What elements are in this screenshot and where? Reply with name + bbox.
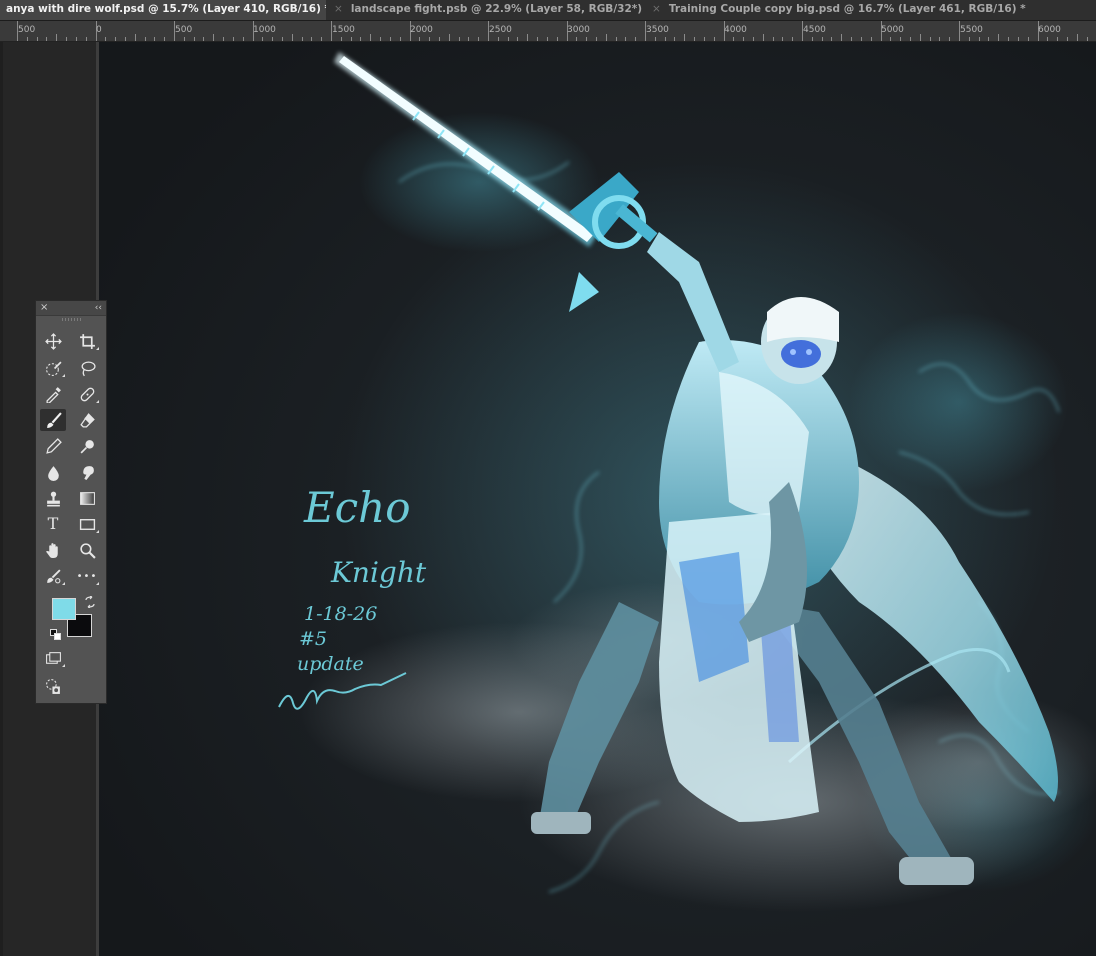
tab-label: Training Couple copy big.psd @ 16.7% (La… <box>668 3 1026 15</box>
date-text: 1-18-26 <box>304 603 377 625</box>
ellipsis-icon: ••• <box>76 570 98 582</box>
submenu-indicator <box>62 664 65 667</box>
pencil-tool[interactable] <box>40 435 66 457</box>
tab-label: landscape fight.psb @ 22.9% (Layer 58, R… <box>350 3 644 15</box>
ruler-scale: 500 0 500 1000 1500 2000 2500 3000 3500 … <box>17 21 1088 41</box>
submenu-indicator <box>96 582 99 585</box>
swap-colors-icon[interactable] <box>84 596 96 608</box>
ruler-label: 3500 <box>646 25 669 35</box>
ruler-label: 5500 <box>960 25 983 35</box>
update-label-text: update <box>297 653 364 675</box>
horizontal-ruler[interactable]: 500 0 500 1000 1500 2000 2500 3000 3500 … <box>0 21 1096 42</box>
ruler-label: 4500 <box>803 25 826 35</box>
rectangle-icon <box>79 518 95 530</box>
move-icon <box>44 332 62 350</box>
lasso-icon <box>81 360 96 376</box>
tab-anya-with-dire-wolf[interactable]: anya with dire wolf.psd @ 15.7% (Layer 4… <box>0 0 326 20</box>
foreground-color-swatch[interactable] <box>52 598 76 620</box>
default-colors-icon[interactable] <box>50 629 61 640</box>
zoom-tool[interactable] <box>74 539 100 561</box>
ruler-label: 3000 <box>567 25 590 35</box>
screen-mode-icon <box>45 651 61 664</box>
hand-icon <box>45 542 58 558</box>
document-tab-bar: anya with dire wolf.psd @ 15.7% (Layer 4… <box>0 0 1096 21</box>
bandage-icon <box>80 387 94 401</box>
submenu-indicator <box>96 400 99 403</box>
dodge-tool[interactable] <box>74 435 100 457</box>
submenu-indicator <box>96 530 99 533</box>
crop-icon <box>79 333 95 349</box>
tab-close-icon[interactable]: × <box>334 0 343 18</box>
close-icon[interactable]: × <box>40 301 48 315</box>
type-tool[interactable]: T <box>40 513 66 535</box>
quick-mask-tool[interactable] <box>40 675 66 697</box>
tab-close-icon[interactable]: × <box>652 0 661 18</box>
brush-icon <box>46 411 62 428</box>
eraser-icon <box>79 412 95 428</box>
drop-icon <box>47 465 59 481</box>
collapse-icon[interactable]: ‹‹ <box>95 301 102 315</box>
tab-landscape-fight[interactable]: × landscape fight.psb @ 22.9% (Layer 58, … <box>326 0 644 20</box>
panel-grip[interactable] <box>62 318 82 321</box>
title-knight: Knight <box>330 556 427 589</box>
ruler-label: 2500 <box>489 25 512 35</box>
stamp-icon <box>46 491 60 506</box>
eyedropper-tool[interactable] <box>40 383 66 405</box>
submenu-indicator <box>62 582 65 585</box>
brush-tool[interactable] <box>40 409 66 431</box>
hand-tool[interactable] <box>40 539 66 561</box>
blur-tool[interactable] <box>40 461 66 483</box>
ruler-label: 500 <box>175 25 192 35</box>
ruler-label: 4000 <box>724 25 747 35</box>
gradient-icon <box>79 491 95 505</box>
move-tool[interactable] <box>40 330 66 352</box>
submenu-indicator <box>62 374 65 377</box>
crop-tool[interactable] <box>74 330 100 352</box>
smudge-icon <box>82 465 94 480</box>
quick-mask-icon <box>45 678 60 694</box>
eraser-tool[interactable] <box>74 409 100 431</box>
type-icon: T <box>47 514 59 533</box>
title-echo: Echo <box>303 483 411 532</box>
tab-label: anya with dire wolf.psd @ 15.7% (Layer 4… <box>6 3 326 15</box>
ruler-label: 1000 <box>253 25 276 35</box>
tools-panel: × ‹‹ T ••• <box>35 300 107 704</box>
ruler-label: 0 <box>96 25 102 35</box>
smudge-tool[interactable] <box>74 461 100 483</box>
submenu-indicator <box>96 347 99 350</box>
gradient-tool[interactable] <box>74 487 100 509</box>
tools-panel-header[interactable]: × ‹‹ <box>36 301 106 316</box>
ruler-label: 6000 <box>1038 25 1061 35</box>
ruler-label: 5000 <box>881 25 904 35</box>
brush-edit-icon <box>46 568 61 583</box>
dodge-icon <box>80 439 94 453</box>
lasso-tool[interactable] <box>74 357 100 379</box>
screen-mode-tool[interactable] <box>40 647 66 669</box>
pencil-icon <box>45 437 62 454</box>
eyedropper-icon <box>45 386 61 403</box>
zoom-icon <box>79 542 96 559</box>
healing-brush-tool[interactable] <box>74 383 100 405</box>
tab-training-couple[interactable]: × Training Couple copy big.psd @ 16.7% (L… <box>644 0 1096 20</box>
ruler-label: 1500 <box>332 25 355 35</box>
clone-stamp-tool[interactable] <box>40 487 66 509</box>
rectangle-tool[interactable] <box>74 513 100 535</box>
canvas-area[interactable]: Echo Knight 1-18-26 #5 update <box>3 42 1096 956</box>
ruler-label: 500 <box>18 25 35 35</box>
artwork-canvas[interactable]: Echo Knight 1-18-26 #5 update <box>99 42 1096 956</box>
update-number-text: #5 <box>299 628 327 650</box>
quick-selection-icon <box>45 361 62 376</box>
quick-selection-tool[interactable] <box>40 357 66 379</box>
ruler-label: 2000 <box>410 25 433 35</box>
more-tools[interactable]: ••• <box>74 565 100 587</box>
edit-toolbar[interactable] <box>40 565 66 587</box>
